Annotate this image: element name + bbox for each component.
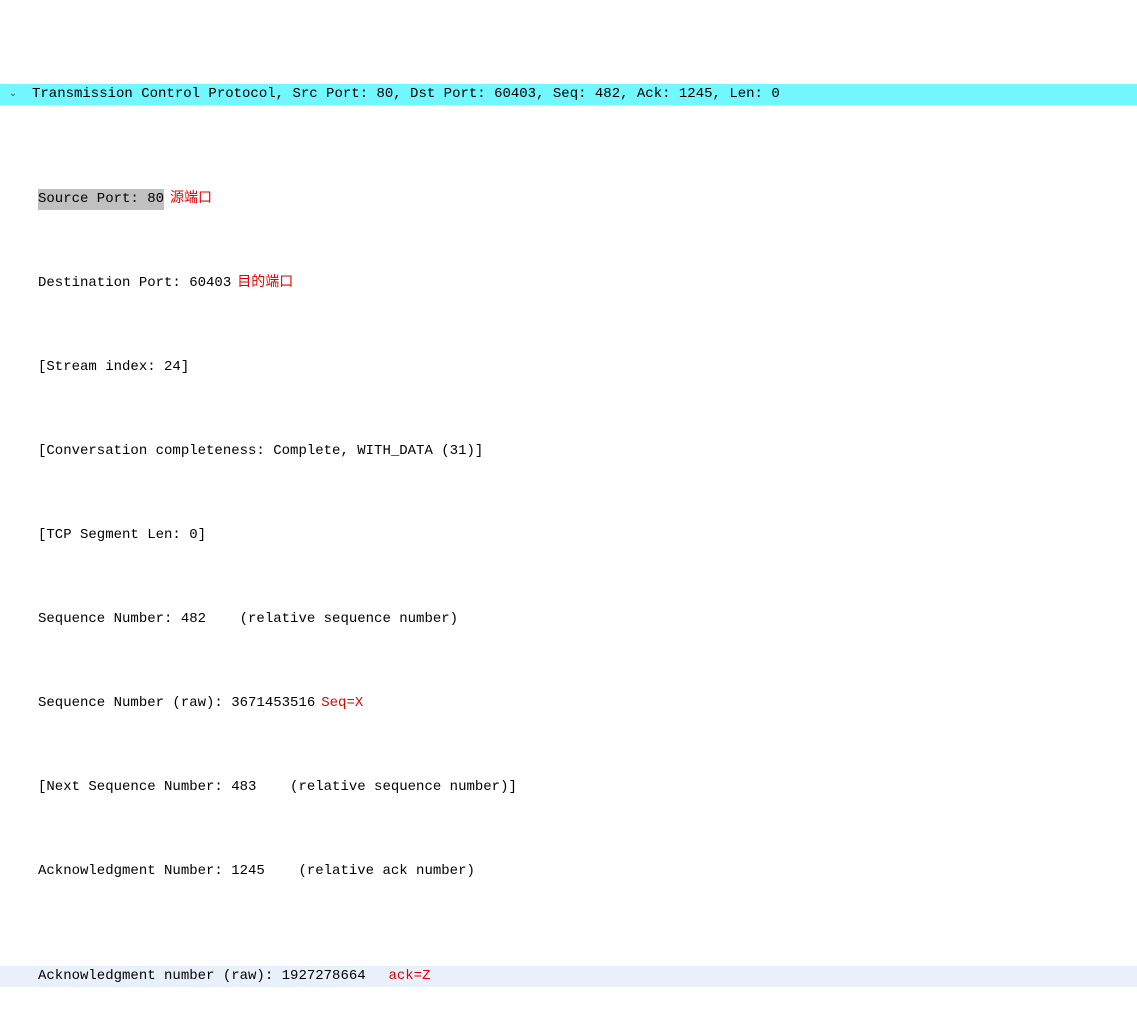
field-ack-raw: Acknowledgment number (raw): 1927278664 <box>38 966 366 987</box>
field-ack-raw-row[interactable]: Acknowledgment number (raw): 1927278664 … <box>0 966 1137 987</box>
stream-index-text: [Stream index: 24] <box>38 357 189 378</box>
annotation-ack: ack=Z <box>366 966 431 987</box>
ack-rel-text: Acknowledgment Number: 1245 (relative ac… <box>38 861 475 882</box>
annotation-seq: Seq=X <box>315 693 363 714</box>
field-stream-index[interactable]: [Stream index: 24] <box>0 357 1137 378</box>
annotation-source-port: 源端口 <box>164 189 212 210</box>
field-next-seq[interactable]: [Next Sequence Number: 483 (relative seq… <box>0 777 1137 798</box>
field-source-port: Source Port: 80 <box>38 189 164 210</box>
field-conv-completeness[interactable]: [Conversation completeness: Complete, WI… <box>0 441 1137 462</box>
field-source-port-row[interactable]: Source Port: 80源端口 <box>0 189 1137 210</box>
seg-len-text: [TCP Segment Len: 0] <box>38 525 206 546</box>
next-seq-text: [Next Sequence Number: 483 (relative seq… <box>38 777 517 798</box>
seq-rel-text: Sequence Number: 482 (relative sequence … <box>38 609 458 630</box>
field-dest-port-row[interactable]: Destination Port: 60403目的端口 <box>0 273 1137 294</box>
field-ack-rel[interactable]: Acknowledgment Number: 1245 (relative ac… <box>0 861 1137 882</box>
conv-completeness-text: [Conversation completeness: Complete, WI… <box>38 441 483 462</box>
packet-details-tree: ⌄ Transmission Control Protocol, Src Port… <box>0 0 1137 1026</box>
field-seq-rel[interactable]: Sequence Number: 482 (relative sequence … <box>0 609 1137 630</box>
annotation-dest-port: 目的端口 <box>231 273 293 294</box>
field-dest-port: Destination Port: 60403 <box>38 273 231 294</box>
field-tcp-header[interactable]: ⌄ Transmission Control Protocol, Src Port… <box>0 84 1137 105</box>
chevron-down-icon[interactable]: ⌄ <box>8 84 18 102</box>
field-seg-len[interactable]: [TCP Segment Len: 0] <box>0 525 1137 546</box>
field-seq-raw-row[interactable]: Sequence Number (raw): 3671453516Seq=X <box>0 693 1137 714</box>
tcp-header-text: Transmission Control Protocol, Src Port:… <box>32 84 780 105</box>
field-seq-raw: Sequence Number (raw): 3671453516 <box>38 693 315 714</box>
